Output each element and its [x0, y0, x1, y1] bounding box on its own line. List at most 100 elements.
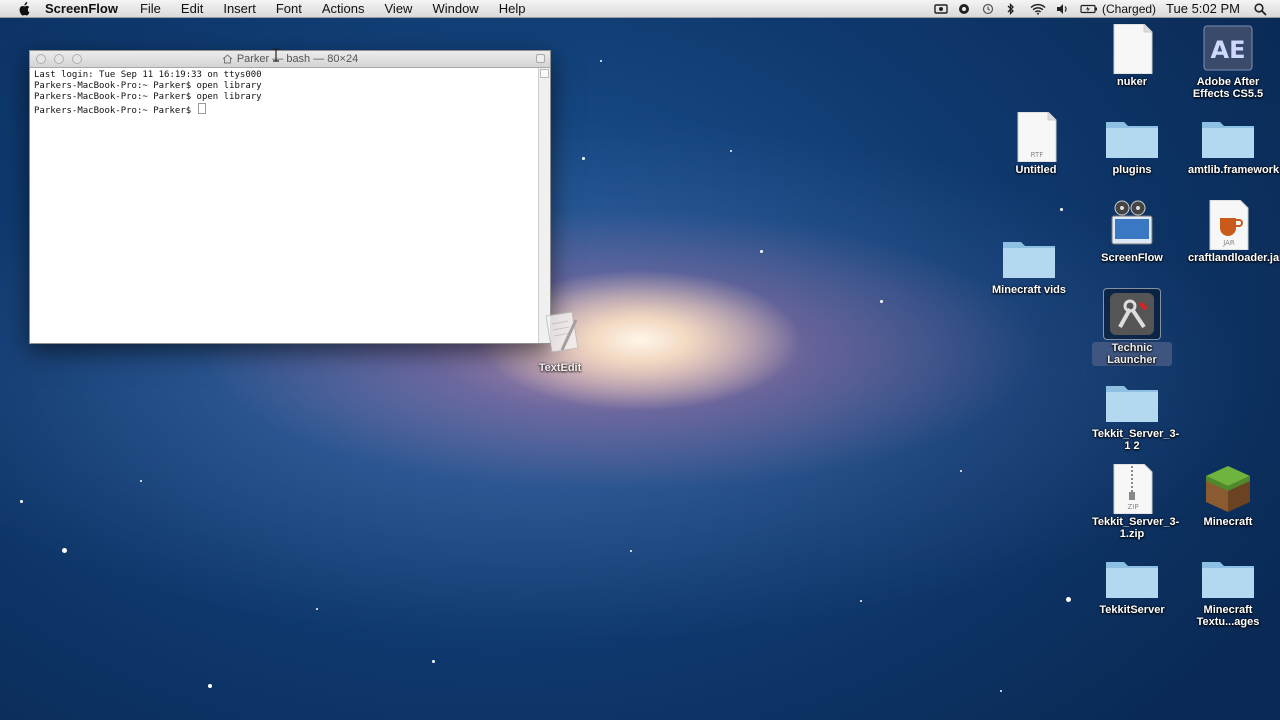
menu-app-name[interactable]: ScreenFlow — [45, 0, 118, 17]
star — [1000, 690, 1002, 692]
terminal-window[interactable]: Parker — bash — 80×24 Last login: Tue Se… — [29, 50, 551, 344]
desktop-icon-tekkitserver[interactable]: TekkitServer — [1092, 552, 1172, 616]
menu-help[interactable]: Help — [499, 0, 526, 17]
bluetooth-icon[interactable] — [1006, 2, 1020, 15]
star — [1060, 208, 1063, 211]
desktop-icon-textedit[interactable]: TextEdit — [520, 310, 600, 374]
desktop-icon-label: amtlib.framework — [1188, 164, 1280, 176]
home-folder-icon — [222, 54, 233, 64]
star — [62, 548, 67, 553]
star — [140, 480, 142, 482]
star — [630, 550, 632, 552]
battery-status[interactable]: (Charged) — [1102, 2, 1156, 16]
menu-font[interactable]: Font — [276, 0, 302, 17]
folder-icon — [1104, 552, 1160, 602]
jar-badge: JAR — [1222, 239, 1235, 247]
desktop-icon-minecraft[interactable]: Minecraft — [1188, 464, 1268, 528]
menubar-clock[interactable]: Tue 5:02 PM — [1166, 1, 1240, 16]
apple-icon[interactable] — [17, 1, 31, 16]
after-effects-badge: AE — [1211, 36, 1246, 64]
desktop-icon-label: Minecraft — [1203, 516, 1253, 528]
desktop-icon-minecraft-vids[interactable]: Minecraft vids — [989, 232, 1069, 296]
desktop-icon-label: TextEdit — [538, 362, 582, 374]
jar-document-icon: JAR — [1200, 199, 1256, 251]
desktop-icon-label: nuker — [1117, 76, 1147, 88]
terminal-title: Parker — bash — 80×24 — [222, 51, 358, 67]
desktop-icon-label: craftlandloader.jar — [1188, 252, 1280, 264]
desktop-icon-nuker[interactable]: nuker — [1092, 23, 1172, 88]
terminal-output[interactable]: Last login: Tue Sep 11 16:19:33 on ttys0… — [30, 68, 538, 343]
star — [432, 660, 435, 663]
mouse-ibeam-cursor — [273, 48, 279, 62]
star — [880, 300, 883, 303]
screen-record-icon[interactable] — [934, 3, 948, 15]
desktop-icon-label: Minecraft Textu...ages — [1196, 604, 1260, 628]
terminal-line: Last login: Tue Sep 11 16:19:33 on ttys0… — [34, 70, 262, 80]
close-button[interactable] — [36, 54, 46, 64]
folder-icon — [1200, 552, 1256, 602]
star — [316, 608, 318, 610]
desktop-icon-label: ScreenFlow — [1101, 252, 1163, 264]
menu-file[interactable]: File — [140, 0, 161, 17]
star — [730, 150, 732, 152]
terminal-line: Parkers-MacBook-Pro:~ Parker$ open libra… — [34, 92, 262, 102]
menu-edit[interactable]: Edit — [181, 0, 203, 17]
battery-icon[interactable] — [1080, 3, 1098, 15]
screenflow-app-icon — [1104, 200, 1160, 250]
folder-icon — [1200, 112, 1256, 162]
menu-actions[interactable]: Actions — [322, 0, 365, 17]
minimize-button[interactable] — [54, 54, 64, 64]
document-icon — [1104, 23, 1160, 75]
desktop-icon-plugins[interactable]: plugins — [1092, 112, 1172, 176]
star — [960, 470, 962, 472]
desktop-icon-label: Adobe After Effects CS5.5 — [1192, 76, 1264, 100]
menu-window[interactable]: Window — [432, 0, 478, 17]
folder-icon — [1104, 112, 1160, 162]
zip-badge: ZIP — [1127, 503, 1138, 511]
spotlight-search-icon[interactable] — [1254, 2, 1268, 16]
desktop-icon-craftlandloader-jar[interactable]: JAR craftlandloader.jar — [1188, 199, 1280, 264]
desktop-icon-label: Tekkit_Server_3-1 2 — [1092, 428, 1180, 452]
desktop-icon-label: Technic Launcher — [1092, 342, 1172, 366]
desktop-icon-label: plugins — [1112, 164, 1152, 176]
after-effects-app-icon: AE — [1200, 24, 1256, 74]
zoom-button[interactable] — [72, 54, 82, 64]
menu-insert[interactable]: Insert — [223, 0, 256, 17]
desktop-icon-technic-launcher[interactable]: Technic Launcher — [1092, 288, 1172, 368]
time-machine-icon[interactable] — [982, 3, 996, 15]
star — [760, 250, 763, 253]
toolbar-toggle-button[interactable] — [536, 54, 545, 63]
star — [1066, 597, 1071, 602]
terminal-title-text: Parker — bash — 80×24 — [236, 53, 359, 65]
desktop-icon-minecraft-textures[interactable]: Minecraft Textu...ages — [1188, 552, 1268, 628]
desktop-icon-after-effects[interactable]: AE Adobe After Effects CS5.5 — [1188, 24, 1268, 100]
screenflow-status-icon[interactable] — [958, 3, 972, 15]
wifi-icon[interactable] — [1030, 3, 1046, 15]
menu-view[interactable]: View — [385, 0, 413, 17]
terminal-cursor — [197, 103, 206, 114]
desktop-icon-screenflow[interactable]: ScreenFlow — [1092, 200, 1172, 264]
rtf-badge: RTF — [1031, 151, 1044, 159]
desktop-icon-tekkit-server-folder[interactable]: Tekkit_Server_3-1 2 — [1092, 376, 1180, 452]
desktop-icon-label: TekkitServer — [1099, 604, 1165, 616]
zip-archive-icon: ZIP — [1104, 463, 1160, 515]
star — [208, 684, 212, 688]
terminal-prompt-line[interactable]: Parkers-MacBook-Pro:~ Parker$ — [34, 103, 534, 117]
status-area: (Charged) Tue 5:02 PM — [934, 0, 1280, 17]
scroll-up-arrow[interactable] — [540, 69, 549, 78]
terminal-scrollbar[interactable] — [538, 68, 550, 343]
desktop-icon-label: Tekkit_Server_3-1.zip — [1092, 516, 1180, 540]
volume-icon[interactable] — [1056, 3, 1070, 15]
star — [582, 157, 585, 160]
folder-icon — [1001, 232, 1057, 282]
folder-icon — [1104, 376, 1160, 426]
desktop-icon-amtlib-framework[interactable]: amtlib.framework — [1188, 112, 1280, 176]
desktop-icon-untitled[interactable]: RTF Untitled — [996, 111, 1076, 176]
terminal-line: Parkers-MacBook-Pro:~ Parker$ open libra… — [34, 81, 262, 91]
minecraft-app-icon — [1200, 464, 1256, 514]
technic-launcher-app-icon — [1103, 288, 1161, 340]
desktop-icon-tekkit-server-zip[interactable]: ZIP Tekkit_Server_3-1.zip — [1092, 463, 1180, 540]
terminal-titlebar[interactable]: Parker — bash — 80×24 — [30, 51, 550, 68]
terminal-prompt: Parkers-MacBook-Pro:~ Parker$ — [34, 106, 197, 116]
desktop-icon-label: Untitled — [1015, 164, 1057, 176]
